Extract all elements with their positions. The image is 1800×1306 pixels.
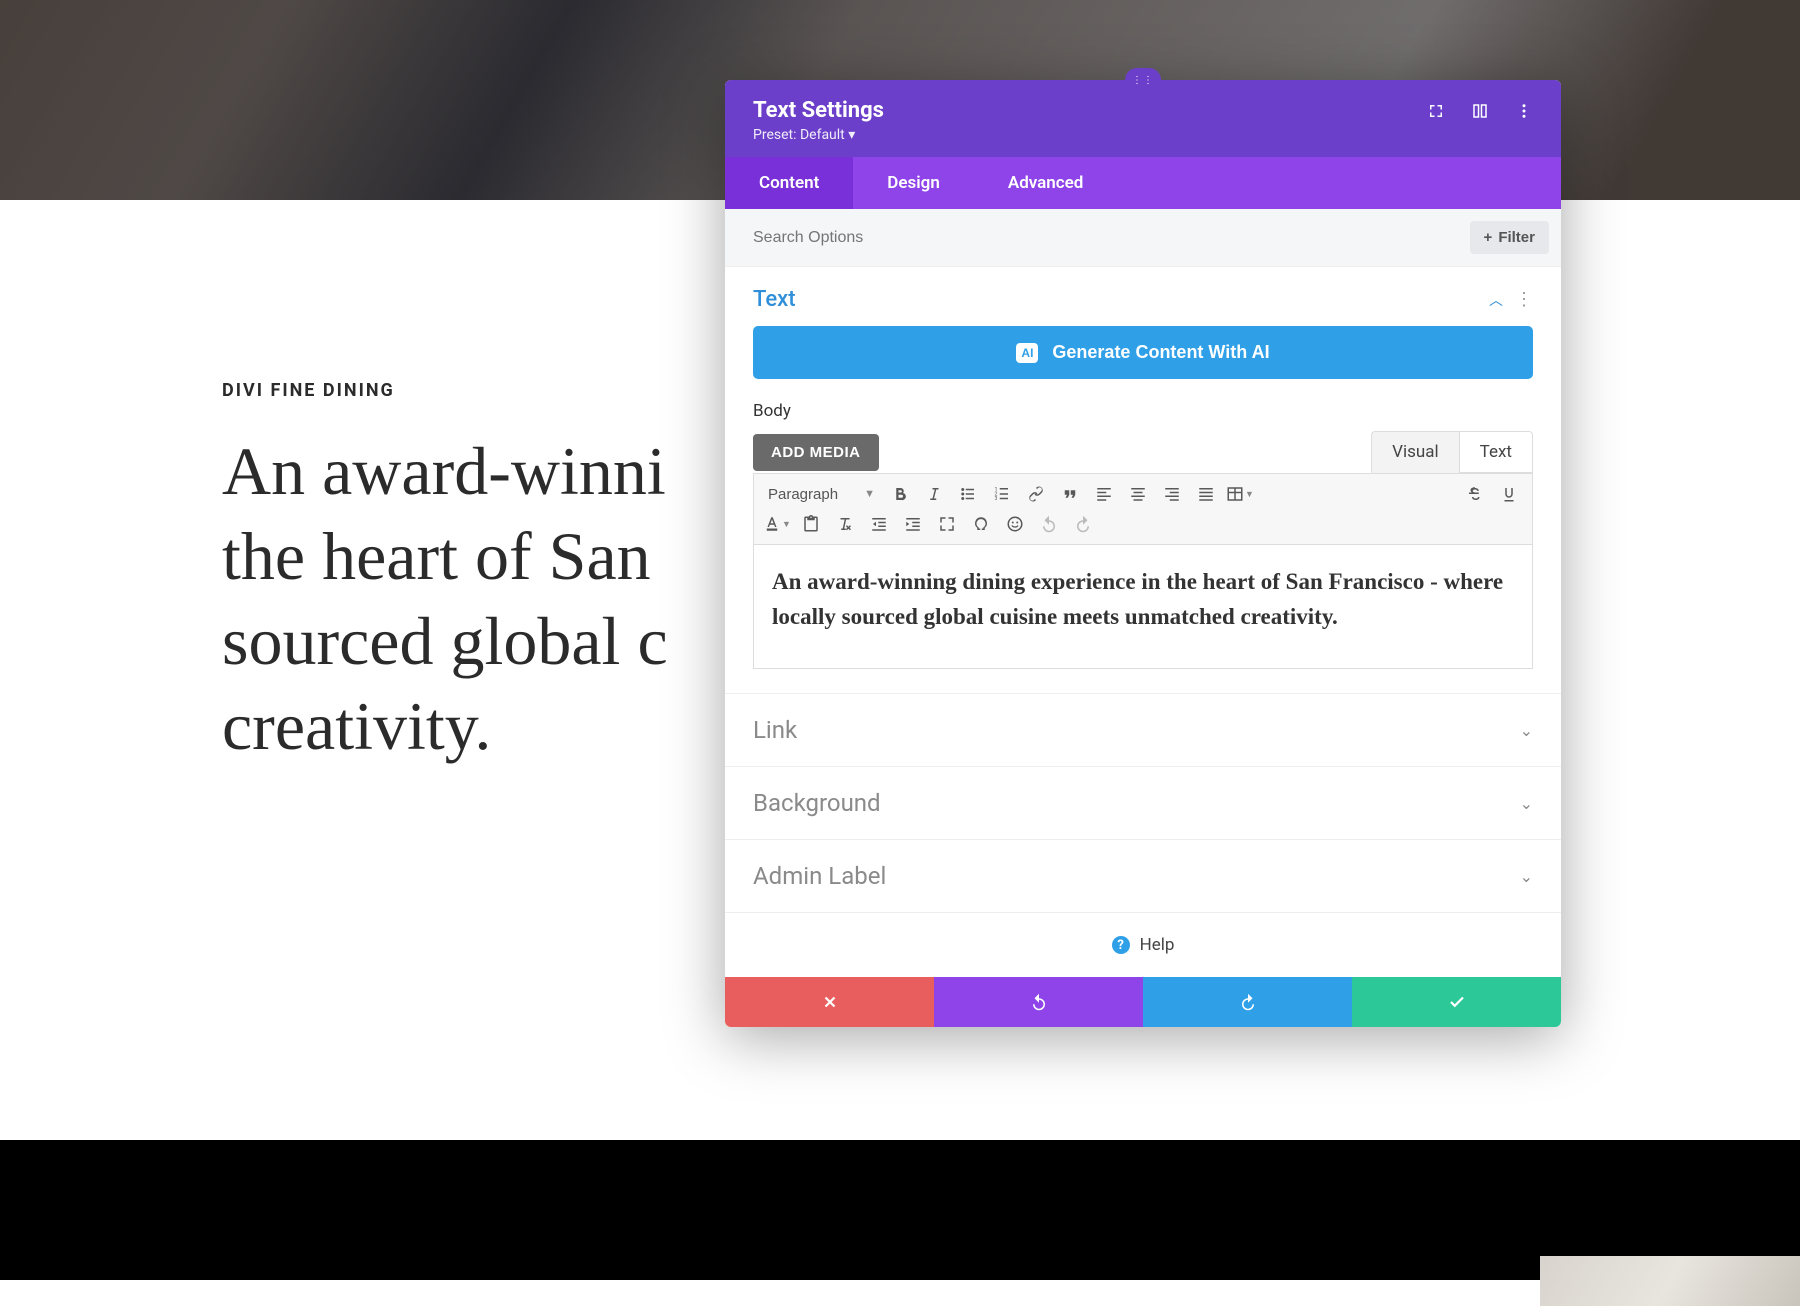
- preset-dropdown[interactable]: Preset: Default ▾: [753, 127, 884, 143]
- link-button[interactable]: [1021, 480, 1051, 508]
- align-right-button[interactable]: [1157, 480, 1187, 508]
- bullet-list-button[interactable]: [953, 480, 983, 508]
- admin-label-section[interactable]: Admin Label ⌄: [725, 839, 1561, 912]
- underline-button[interactable]: [1494, 480, 1524, 508]
- ai-badge-icon: AI: [1016, 343, 1038, 363]
- help-label: Help: [1140, 935, 1175, 955]
- search-input[interactable]: [753, 229, 1470, 247]
- visual-tab[interactable]: Visual: [1371, 431, 1458, 473]
- undo-button[interactable]: [1034, 510, 1064, 538]
- help-row[interactable]: ? Help: [725, 912, 1561, 977]
- paragraph-select[interactable]: Paragraph▼: [762, 482, 881, 507]
- tab-advanced[interactable]: Advanced: [974, 157, 1118, 209]
- tab-content[interactable]: Content: [725, 157, 853, 209]
- align-justify-button[interactable]: [1191, 480, 1221, 508]
- text-tab[interactable]: Text: [1459, 431, 1533, 473]
- editor-toolbar: Paragraph▼ 123 ▼ ▼: [753, 473, 1533, 545]
- undo-changes-button[interactable]: [934, 977, 1143, 1027]
- search-row: + Filter: [725, 209, 1561, 267]
- chevron-down-icon: ⌄: [1520, 721, 1533, 740]
- editor-mode-tabs: Visual Text: [1371, 431, 1533, 473]
- text-section-header[interactable]: Text ︿ ⋮: [725, 267, 1561, 326]
- paste-text-button[interactable]: [796, 510, 826, 538]
- svg-text:3: 3: [994, 496, 997, 502]
- plus-icon: +: [1484, 229, 1493, 246]
- modal-drag-handle[interactable]: ⋮⋮: [1125, 68, 1161, 92]
- help-icon: ?: [1112, 936, 1130, 954]
- align-center-button[interactable]: [1123, 480, 1153, 508]
- filter-button[interactable]: + Filter: [1470, 221, 1549, 254]
- generate-ai-button[interactable]: AI Generate Content With AI: [753, 326, 1533, 379]
- text-color-button[interactable]: ▼: [762, 510, 792, 538]
- table-button[interactable]: ▼: [1225, 480, 1255, 508]
- footer-band: [0, 1140, 1800, 1280]
- section-more-icon[interactable]: ⋮: [1515, 291, 1533, 309]
- tab-design[interactable]: Design: [853, 157, 974, 209]
- special-char-button[interactable]: [966, 510, 996, 538]
- chevron-down-icon: ⌄: [1520, 794, 1533, 813]
- body-editor[interactable]: An award-winning dining experience in th…: [753, 545, 1533, 669]
- italic-button[interactable]: [919, 480, 949, 508]
- chevron-down-icon: ⌄: [1520, 867, 1533, 886]
- modal-footer: [725, 977, 1561, 1027]
- cancel-button[interactable]: [725, 977, 934, 1027]
- link-section[interactable]: Link ⌄: [725, 693, 1561, 766]
- fullscreen-button[interactable]: [932, 510, 962, 538]
- strikethrough-button[interactable]: [1460, 480, 1490, 508]
- modal-tabs: Content Design Advanced: [725, 157, 1561, 209]
- body-label: Body: [753, 401, 1533, 421]
- align-left-button[interactable]: [1089, 480, 1119, 508]
- save-button[interactable]: [1352, 977, 1561, 1027]
- add-media-button[interactable]: ADD MEDIA: [753, 434, 879, 471]
- redo-changes-button[interactable]: [1143, 977, 1352, 1027]
- chevron-down-icon: ▼: [864, 488, 875, 500]
- numbered-list-button[interactable]: 123: [987, 480, 1017, 508]
- columns-icon[interactable]: [1471, 102, 1489, 120]
- bold-button[interactable]: [885, 480, 915, 508]
- expand-icon[interactable]: [1427, 102, 1445, 120]
- chevron-down-icon: ▾: [848, 127, 855, 143]
- indent-button[interactable]: [898, 510, 928, 538]
- text-section-body: AI Generate Content With AI Body ADD MED…: [725, 326, 1561, 693]
- drag-dots-icon: ⋮⋮: [1132, 75, 1154, 86]
- emoji-button[interactable]: [1000, 510, 1030, 538]
- modal-title: Text Settings: [753, 98, 884, 123]
- more-icon[interactable]: [1515, 102, 1533, 120]
- clear-format-button[interactable]: [830, 510, 860, 538]
- redo-button[interactable]: [1068, 510, 1098, 538]
- blockquote-button[interactable]: [1055, 480, 1085, 508]
- corner-image: [1540, 1256, 1800, 1306]
- outdent-button[interactable]: [864, 510, 894, 538]
- text-section-label: Text: [753, 287, 796, 312]
- background-section[interactable]: Background ⌄: [725, 766, 1561, 839]
- collapse-icon[interactable]: ︿: [1489, 290, 1503, 310]
- text-settings-modal: ⋮⋮ Text Settings Preset: Default ▾ Conte…: [725, 80, 1561, 1027]
